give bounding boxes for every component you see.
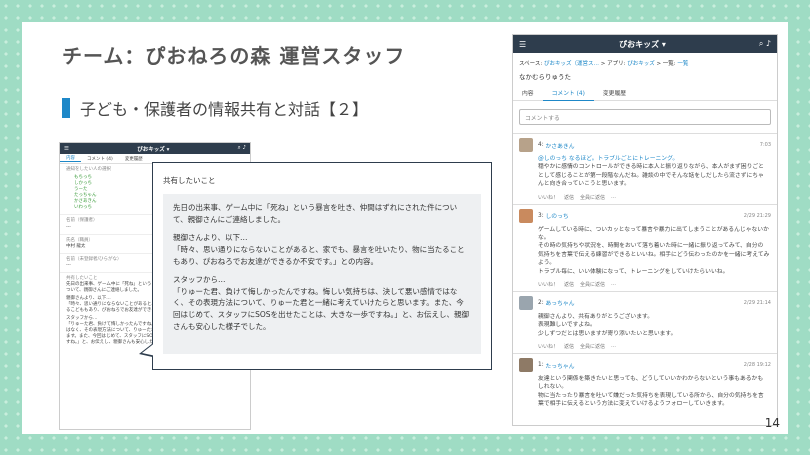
comment-input[interactable]: コメントする — [519, 109, 771, 125]
comment-line: として感じることが第一段階なんだね。雑談の中でそんな話をしだしたら流さずにちゃ — [538, 172, 764, 179]
callout-bubble: 共有したいこと 先日の出来事、ゲーム中に「死ね」という暴言を吐き、仲間はずれにさ… — [152, 162, 492, 370]
comment-author[interactable]: かさあきん — [546, 141, 575, 150]
comment-line: 穏やかに感情のコントロールができる時に本人と振り返りながら、本人がまず困りごと — [538, 164, 764, 171]
reply-all-button[interactable]: 全員に返信 — [580, 343, 605, 350]
bubble-paragraph: 親御さんより、以下… 「時々、思い通りにならないことがあると、家でも、暴言を吐い… — [173, 233, 465, 266]
crumb-list-prefix: > 一覧: — [656, 61, 676, 67]
tab-comments[interactable]: コメント (4) — [542, 87, 594, 101]
comment-date: 2/29 21:29 — [743, 212, 771, 219]
comment-author[interactable]: しのっち — [546, 211, 569, 220]
comment-line: んと向き合っていこうと思います。 — [538, 181, 630, 188]
comment-actions: いいね！ 返信 全員に返信 … — [519, 281, 771, 288]
bell-icon[interactable]: ♪ — [242, 145, 246, 151]
comment-line: 友達という関係を築きたいと思っても、どうしていいかわからないという事もあるかも — [538, 376, 764, 383]
comment-author[interactable]: あっちゃん — [546, 298, 575, 307]
right-header: ☰ ぴおキッズ ▾ ⌕ ♪ — [513, 35, 777, 53]
right-phone-screenshot: ☰ ぴおキッズ ▾ ⌕ ♪ スペース: ぴおキッズ（運営ス… > アプリ: ぴお… — [512, 34, 778, 426]
like-button[interactable]: いいね！ — [538, 281, 558, 288]
comment-text: 親御さんより、共有ありがとうございます。 表現難しいですよね。 少しずつだとは思… — [519, 310, 771, 341]
comment-line: しれない。 — [538, 384, 567, 391]
crumb-list[interactable]: 一覧 — [677, 61, 688, 67]
comment-text: 友達という関係を築きたいと思っても、どうしていいかわからないという事もあるかも … — [519, 372, 771, 412]
comment-line: 少しずつだとは思いますが寄り添いたいと思います。 — [538, 330, 677, 337]
comment-number: 1: — [538, 362, 544, 369]
comment-line: 葉で相手に伝えるという方法に変えていけるようフォローしていきます。 — [538, 401, 728, 408]
reply-button[interactable]: 返信 — [564, 343, 574, 350]
comment-item: 2: あっちゃん 2/29 21:14 親御さんより、共有ありがとうございます。 … — [513, 290, 777, 353]
avatar — [519, 358, 533, 373]
page-number: 14 — [764, 416, 780, 430]
comment-date: 2/28 19:12 — [743, 362, 771, 369]
comment-line: 親御さんより、共有ありがとうございます。 — [538, 313, 654, 320]
more-button[interactable]: … — [611, 281, 616, 288]
header-icons: ⌕ ♪ — [238, 145, 246, 152]
bubble-heading: 共有したいこと — [163, 176, 216, 185]
crumb-app-prefix: > アプリ: — [600, 61, 626, 67]
reply-all-button[interactable]: 全員に返信 — [580, 194, 605, 201]
comment-item: 1: たっちゃん 2/28 19:12 友達という関係を築きたいと思っても、どうし… — [513, 353, 777, 415]
bell-icon[interactable]: ♪ — [766, 39, 771, 48]
comment-author[interactable]: たっちゃん — [546, 361, 575, 370]
slide: チーム：ぴおねろの森 運営スタッフ 子ども・保護者の情報共有と対話【２】 ☰ ぴ… — [22, 22, 788, 434]
subtitle-bar — [62, 98, 70, 118]
menu-icon[interactable]: ☰ — [519, 40, 526, 49]
comment-text: @しのっち なるほど。トラブルごとにトレーニング。 穏やかに感情のコントロールが… — [519, 152, 771, 192]
search-icon[interactable]: ⌕ — [238, 145, 241, 151]
bubble-paragraph: スタッフから… 「りゅーた君、負けて悔しかったんですね。悔しい気持ちは、決して悪… — [173, 275, 469, 331]
reply-button[interactable]: 返信 — [564, 194, 574, 201]
right-app-title[interactable]: ぴおキッズ ▾ — [619, 39, 666, 50]
comment-line: @しのっち なるほど。トラブルごとにトレーニング。 — [538, 156, 679, 162]
bubble-tail-inner — [142, 342, 156, 356]
crumb-space[interactable]: ぴおキッズ（運営ス… — [544, 61, 599, 67]
comment-line: トラブル毎に、いい体験になって、トレーニングをしていけたらいいね。 — [538, 268, 729, 275]
comment-date: 7:03 — [759, 142, 771, 148]
subtitle-text: 子ども・保護者の情報共有と対話【２】 — [80, 100, 369, 119]
comment-item: 3: しのっち 2/29 21:29 ゲームしている時に、ついカッとなって暴言や暴… — [513, 203, 777, 291]
bubble-paragraph: 先日の出来事、ゲーム中に「死ね」という暴言を吐き、仲間はずれにされた件について、… — [173, 203, 458, 224]
comment-line: ゲームしている時に、ついカッとなって暴言や暴力に出てしまうことがあるんじゃないか… — [538, 226, 769, 241]
comment-number: 2: — [538, 299, 544, 306]
comment-number: 4: — [538, 142, 544, 148]
comment-date: 2/29 21:14 — [743, 299, 771, 306]
avatar — [519, 295, 533, 310]
left-header: ☰ ぴおキッズ ▾ ⌕ ♪ — [60, 143, 250, 154]
comment-number: 3: — [538, 212, 544, 219]
more-button[interactable]: … — [611, 194, 616, 201]
tab-content[interactable]: 内容 — [513, 87, 543, 101]
comment-line: 表現難しいですよね。 — [538, 322, 596, 329]
menu-icon[interactable]: ☰ — [64, 146, 69, 152]
comment-item: 4: かさあきん 7:03 @しのっち なるほど。トラブルごとにトレーニング。 穏… — [513, 133, 777, 204]
comment-actions: いいね！ 返信 全員に返信 … — [519, 343, 771, 350]
bubble-body: 先日の出来事、ゲーム中に「死ね」という暴言を吐き、仲間はずれにされた件について、… — [163, 194, 481, 354]
left-tab-content[interactable]: 内容 — [60, 155, 81, 162]
like-button[interactable]: いいね！ — [538, 194, 558, 201]
slide-subtitle: 子ども・保護者の情報共有と対話【２】 — [62, 96, 368, 120]
like-button[interactable]: いいね！ — [538, 343, 558, 350]
avatar — [519, 208, 533, 223]
right-tabs: 内容 コメント (4) 変更履歴 — [513, 87, 777, 101]
record-name: なかむらりゅうた — [519, 73, 571, 81]
avatar — [519, 138, 533, 152]
slide-title: チーム：ぴおねろの森 運営スタッフ — [62, 44, 406, 68]
reply-all-button[interactable]: 全員に返信 — [580, 281, 605, 288]
comment-line: 物に当たったり暴言を吐いて嫌だった気持ちを表現している所から、自分の気持ちを言 — [538, 392, 764, 399]
comment-actions: いいね！ 返信 全員に返信 … — [519, 194, 771, 201]
comment-line: 気持ちを言葉で伝える練習ができるといいね。相手にどう伝わったのかを一緒に考えてみ… — [538, 251, 770, 267]
reply-button[interactable]: 返信 — [564, 281, 574, 288]
tab-history[interactable]: 変更履歴 — [594, 87, 635, 101]
comment-line: その時の気持ちや状況を、時間をおいて落ち着いた時に一緒に振り返ってみて、自分の — [538, 243, 764, 250]
left-tab-history[interactable]: 変更履歴 — [119, 156, 149, 162]
left-app-title[interactable]: ぴおキッズ ▾ — [137, 145, 169, 153]
header-icons: ⌕ ♪ — [759, 39, 771, 49]
crumb-prefix: スペース: — [519, 61, 543, 67]
comment-text: ゲームしている時に、ついカッとなって暴言や暴力に出てしまうことがあるんじゃないか… — [519, 223, 771, 279]
crumb-app[interactable]: ぴおキッズ — [627, 61, 655, 67]
breadcrumb: スペース: ぴおキッズ（運営ス… > アプリ: ぴおキッズ > 一覧: 一覧 — [513, 53, 777, 69]
search-icon[interactable]: ⌕ — [759, 39, 763, 48]
more-button[interactable]: … — [611, 343, 616, 350]
left-tab-comments[interactable]: コメント (4) — [81, 156, 119, 162]
